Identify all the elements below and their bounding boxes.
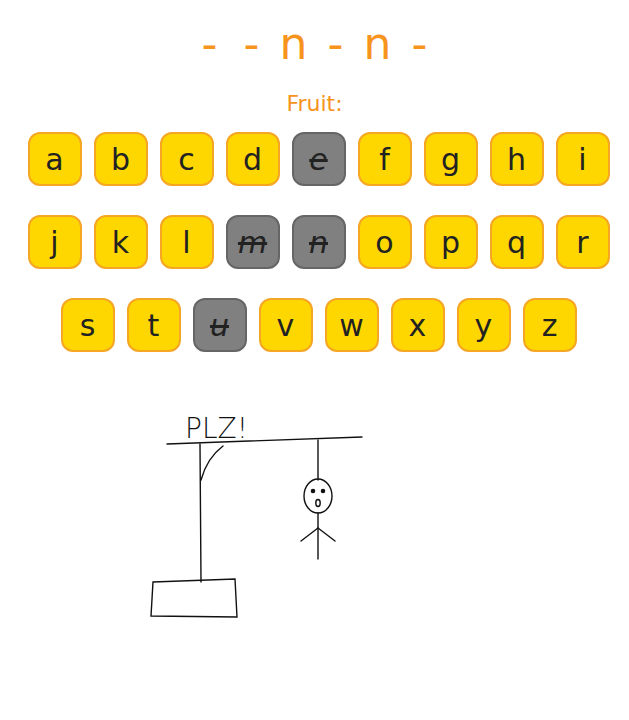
letter-key[interactable]: j	[28, 215, 82, 269]
letter-key[interactable]: a	[28, 132, 82, 186]
word-display: --n-n-	[0, 14, 629, 74]
key-row: abcdefghi	[8, 132, 629, 186]
letter-key[interactable]: s	[61, 298, 115, 352]
post	[200, 444, 201, 582]
base	[151, 579, 237, 617]
key-row: jklmnopqr	[8, 215, 629, 269]
letter-key: n	[292, 215, 346, 269]
letter-key[interactable]: t	[127, 298, 181, 352]
letter-key[interactable]: b	[94, 132, 148, 186]
letter-key[interactable]: g	[424, 132, 478, 186]
body	[317, 513, 318, 559]
letter-key[interactable]: z	[523, 298, 577, 352]
letter-key[interactable]: h	[490, 132, 544, 186]
left-arm	[301, 528, 318, 541]
word-slot: n	[279, 14, 309, 74]
word-slot: -	[195, 14, 225, 74]
gallows-drawing: PLZ!	[145, 396, 385, 626]
letter-key[interactable]: d	[226, 132, 280, 186]
letter-key[interactable]: q	[490, 215, 544, 269]
right-arm	[318, 528, 335, 541]
gallows-sign: PLZ!	[185, 412, 248, 445]
letter-key[interactable]: f	[358, 132, 412, 186]
hangman-game: --n-n-Fruit:abcdefghijklmnopqrstuvwxyzPL…	[0, 0, 629, 720]
head	[304, 479, 332, 513]
word-slot: n	[363, 14, 393, 74]
letter-key[interactable]: w	[325, 298, 379, 352]
letter-key[interactable]: v	[259, 298, 313, 352]
letter-key[interactable]: k	[94, 215, 148, 269]
beam	[167, 437, 362, 444]
gallows-area: PLZ!	[0, 396, 629, 630]
letter-key: u	[193, 298, 247, 352]
letter-key: m	[226, 215, 280, 269]
word-slot: -	[237, 14, 267, 74]
key-row: stuvwxyz	[8, 298, 629, 352]
letter-key[interactable]: i	[556, 132, 610, 186]
letter-key[interactable]: o	[358, 215, 412, 269]
word-slot: -	[321, 14, 351, 74]
letter-key[interactable]: r	[556, 215, 610, 269]
letter-key[interactable]: c	[160, 132, 214, 186]
letter-key: e	[292, 132, 346, 186]
rope	[317, 440, 318, 480]
letter-key[interactable]: y	[457, 298, 511, 352]
keyboard: abcdefghi jklmnopqr stuvwxyz	[0, 132, 629, 352]
hint-label: Fruit:	[0, 90, 629, 118]
letter-key[interactable]: x	[391, 298, 445, 352]
letter-key[interactable]: p	[424, 215, 478, 269]
word-slot: -	[405, 14, 435, 74]
letter-key[interactable]: l	[160, 215, 214, 269]
brace	[201, 446, 223, 480]
